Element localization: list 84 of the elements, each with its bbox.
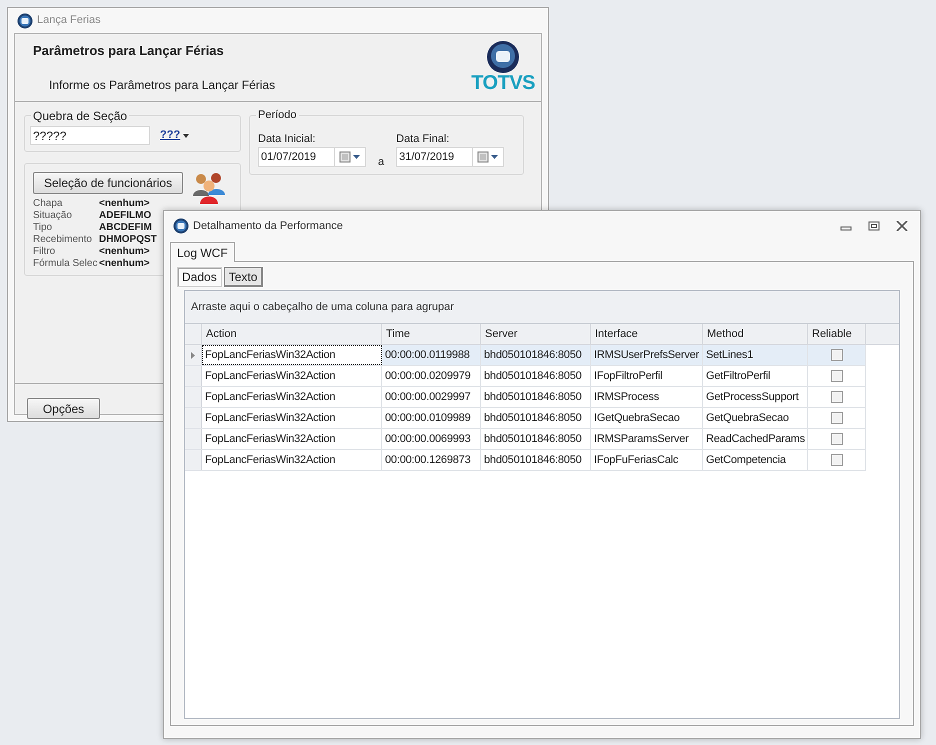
close-icon[interactable] xyxy=(896,221,908,231)
field-label: Situação xyxy=(33,210,73,222)
checkbox[interactable] xyxy=(830,454,842,466)
column-header[interactable]: Server xyxy=(481,324,591,344)
range-separator: a xyxy=(378,154,384,170)
table-cell: 00:00:00.1269873 xyxy=(382,450,481,470)
checkbox[interactable] xyxy=(830,370,842,382)
table-cell: bhd050101846:8050 xyxy=(481,387,591,407)
table-cell: 00:00:00.0029997 xyxy=(382,387,481,407)
table-cell: bhd050101846:8050 xyxy=(481,450,591,470)
row-header[interactable] xyxy=(185,345,202,365)
tab[interactable]: Log WCF xyxy=(170,242,235,262)
column-header[interactable]: Method xyxy=(703,324,808,344)
restore-icon[interactable] xyxy=(868,221,880,231)
people-icon xyxy=(191,170,228,204)
app-logo-icon xyxy=(173,218,189,234)
table-cell: 00:00:00.0119988 xyxy=(382,345,481,365)
table-cell: bhd050101846:8050 xyxy=(481,429,591,449)
checkbox[interactable] xyxy=(830,433,842,445)
column-header[interactable]: Interface xyxy=(591,324,703,344)
field-label: Filtro xyxy=(33,246,56,258)
field-value: DHMOPQST xyxy=(99,234,157,246)
section-field[interactable]: ????? xyxy=(30,126,150,145)
window-title: Lança Ferias xyxy=(37,13,101,28)
grid-row[interactable]: FopLancFeriasWin32Action 00:00:00.0029997 bhd050101846:8050 IRMSProcess GetProcessSupport xyxy=(185,387,866,408)
table-cell: 00:00:00.0069993 xyxy=(382,429,481,449)
options-button[interactable]: Opções xyxy=(27,398,100,419)
calendar-dropdown-icon xyxy=(339,151,361,163)
table-cell: GetFiltroPerfil xyxy=(703,366,808,386)
table-cell: IRMSUserPrefsServer xyxy=(591,345,703,365)
grid-row[interactable]: FopLancFeriasWin32Action 00:00:00.0109989 bhd050101846:8050 IGetQuebraSecao GetQuebraSecao xyxy=(185,408,866,429)
app-logo-icon xyxy=(17,12,33,28)
header-subtitle: Informe os Parâmetros para Lançar Férias xyxy=(49,76,276,94)
checkbox[interactable] xyxy=(830,391,842,403)
grid-row[interactable]: FopLancFeriasWin32Action 00:00:00.0119988 bhd050101846:8050 IRMSUserPrefsServer SetLines1 xyxy=(185,345,866,366)
field-value: ABCDEFIM xyxy=(99,222,152,234)
window-title: Detalhamento da Performance xyxy=(193,218,344,234)
field-label: Data Final: xyxy=(396,132,450,146)
table-cell: FopLancFeriasWin32Action xyxy=(202,345,382,365)
table-cell: IFopFuFeriasCalc xyxy=(591,450,703,470)
field-label: Data Inicial: xyxy=(258,132,316,146)
subtab[interactable]: Dados xyxy=(177,267,222,287)
grid-row[interactable]: FopLancFeriasWin32Action 00:00:00.0069993 bhd050101846:8050 IRMSParamsServer ReadCachedParams xyxy=(185,429,866,450)
date-field[interactable]: 01/07/2019 xyxy=(258,147,366,167)
field-label: Tipo xyxy=(33,222,54,234)
table-cell: GetProcessSupport xyxy=(703,387,808,407)
checkbox[interactable] xyxy=(830,412,842,424)
table-cell: SetLines1 xyxy=(703,345,808,365)
table-cell: IRMSParamsServer xyxy=(591,429,703,449)
field-value: <nenhum> xyxy=(99,258,150,270)
table-cell: 00:00:00.0209979 xyxy=(382,366,481,386)
table-cell: GetQuebraSecao xyxy=(703,408,808,428)
table-cell: IFopFiltroPerfil xyxy=(591,366,703,386)
column-header[interactable]: Action xyxy=(202,324,382,344)
group-hint: Arraste aqui o cabeçalho de uma coluna para agrupar xyxy=(191,300,454,315)
field-label: Recebimento xyxy=(33,234,93,246)
subtab[interactable]: Texto xyxy=(224,267,264,287)
field-value: ADEFILMO xyxy=(99,210,152,222)
logo-circle-icon xyxy=(487,41,520,73)
column-header[interactable]: Reliable xyxy=(808,324,866,344)
table-cell: bhd050101846:8050 xyxy=(481,408,591,428)
field-value: <nenhum> xyxy=(99,198,150,210)
grid-row[interactable]: FopLancFeriasWin32Action 00:00:00.1269873 bhd050101846:8050 IFopFuFeriasCalc GetCompetencia xyxy=(185,450,866,471)
table-cell: 00:00:00.0109989 xyxy=(382,408,481,428)
checkbox[interactable] xyxy=(830,349,842,361)
grid-row[interactable]: FopLancFeriasWin32Action 00:00:00.0209979 bhd050101846:8050 IFopFiltroPerfil GetFiltroPerfil xyxy=(185,366,866,387)
calendar-dropdown-icon xyxy=(477,151,500,163)
employee-selection-button[interactable]: Seleção de funcionários xyxy=(33,172,184,194)
table-cell: bhd050101846:8050 xyxy=(481,345,591,365)
date-field[interactable]: 31/07/2019 xyxy=(396,147,504,167)
row-indicator-icon xyxy=(191,352,195,358)
column-header[interactable]: Time xyxy=(382,324,481,344)
field-value: <nenhum> xyxy=(99,246,150,258)
table-cell: GetCompetencia xyxy=(703,450,808,470)
table-cell: bhd050101846:8050 xyxy=(481,366,591,386)
field-label: Fórmula Selec xyxy=(33,258,98,270)
field-label: Chapa xyxy=(33,198,64,210)
table-cell: ReadCachedParams xyxy=(703,429,808,449)
lookup-button[interactable]: ??? xyxy=(160,127,190,144)
header-title: Parâmetros para Lançar Férias xyxy=(33,42,225,60)
totvs-logo: TOTVS xyxy=(471,41,535,101)
caret-icon xyxy=(183,134,190,138)
table-cell: IRMSProcess xyxy=(591,387,703,407)
table-cell: IGetQuebraSecao xyxy=(591,408,703,428)
